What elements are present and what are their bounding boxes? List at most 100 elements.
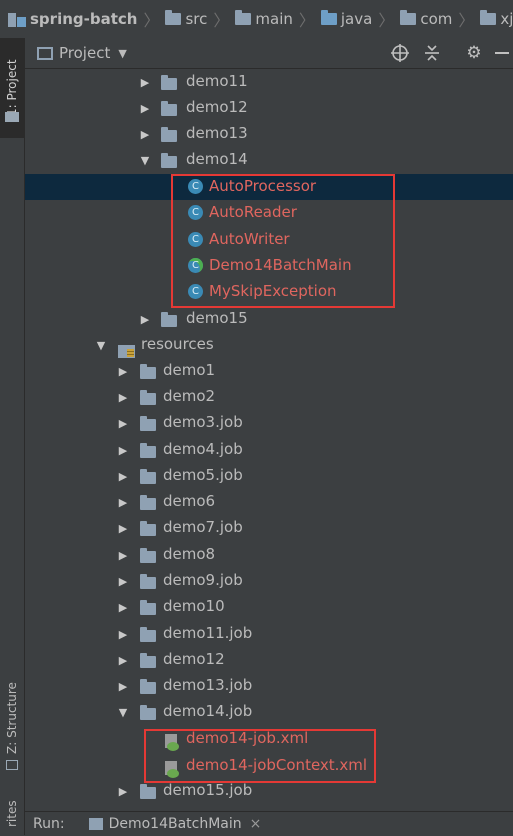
tree-item-resource-folder[interactable]: ▶ demo8 (25, 542, 513, 568)
panel-title[interactable]: Project (59, 44, 110, 62)
tree-item-autoreader[interactable]: C AutoReader (25, 200, 513, 226)
tree-item-resource-folder[interactable]: ▶ demo12 (25, 647, 513, 673)
collapse-arrow-icon[interactable]: ▼ (95, 339, 107, 352)
project-panel-header: Project ▼ ⚙ (25, 38, 513, 69)
spring-xml-file-icon (163, 734, 181, 752)
breadcrumb-separator: 〉 (213, 11, 230, 30)
expand-arrow-icon[interactable]: ▶ (117, 680, 129, 693)
run-tool-bar: Run: Demo14BatchMain × (25, 811, 513, 836)
tree-item-resource-folder[interactable]: ▶ demo7.job (25, 515, 513, 541)
expand-arrow-icon[interactable]: ▶ (139, 76, 151, 89)
tree-item-resource-folder[interactable]: ▶ demo1 (25, 358, 513, 384)
tree-item-resource-folder[interactable]: ▶ demo4.job (25, 437, 513, 463)
folder-icon (140, 627, 156, 642)
package-folder-icon (161, 127, 177, 142)
tree-item-resource-folder[interactable]: ▶ demo5.job (25, 463, 513, 489)
folder-icon (140, 705, 156, 720)
resources-folder-icon (118, 345, 136, 359)
tree-item-resource-folder[interactable]: ▶ demo10 (25, 594, 513, 620)
gear-icon[interactable]: ⚙ (463, 42, 485, 64)
tree-item-demo14batchmain[interactable]: C Demo14BatchMain (25, 253, 513, 279)
tree-item-demo15[interactable]: ▶ demo15 (25, 306, 513, 332)
tree-item-autoprocessor[interactable]: C AutoProcessor (25, 174, 513, 200)
folder-icon (140, 784, 156, 799)
tree-item-demo11[interactable]: ▶ demo11 (25, 69, 513, 95)
tree-item-myskipexception[interactable]: C MySkipException (25, 279, 513, 305)
package-folder-icon (161, 312, 177, 327)
breadcrumb-separator: 〉 (298, 11, 315, 30)
tree-item-resource-folder[interactable]: ▶ demo13.job (25, 673, 513, 699)
breadcrumb-item-project[interactable]: spring-batch (8, 0, 137, 38)
class-icon: C (188, 179, 203, 194)
close-icon[interactable]: × (250, 816, 262, 832)
package-folder-icon (161, 101, 177, 116)
favorites-tool-tab[interactable]: rites (0, 793, 24, 835)
source-folder-icon (320, 10, 337, 25)
hide-icon[interactable] (491, 42, 513, 64)
expand-arrow-icon[interactable]: ▶ (117, 417, 129, 430)
expand-arrow-icon[interactable]: ▶ (117, 575, 129, 588)
expand-arrow-icon[interactable]: ▶ (117, 470, 129, 483)
expand-arrow-icon[interactable]: ▶ (117, 601, 129, 614)
run-tab[interactable]: Demo14BatchMain × (88, 816, 262, 832)
expand-arrow-icon[interactable]: ▶ (117, 785, 129, 798)
expand-arrow-icon[interactable]: ▶ (117, 365, 129, 378)
spring-xml-file-icon (163, 761, 181, 779)
structure-tool-tab[interactable]: Z: Structure (0, 678, 24, 758)
expand-arrow-icon[interactable]: ▶ (139, 128, 151, 141)
breadcrumb-item-main[interactable]: main (235, 0, 293, 38)
folder-icon (140, 521, 156, 536)
expand-arrow-icon[interactable]: ▶ (117, 391, 129, 404)
project-folder-icon (5, 112, 19, 122)
folder-icon (235, 10, 252, 25)
expand-arrow-icon[interactable]: ▶ (117, 628, 129, 641)
tree-item-demo15-job[interactable]: ▶ demo15.job (25, 778, 513, 804)
tree-item-resource-folder[interactable]: ▶ demo6 (25, 489, 513, 515)
folder-icon (140, 495, 156, 510)
tree-item-demo14[interactable]: ▼ demo14 (25, 147, 513, 173)
breadcrumb-item-java[interactable]: java (320, 0, 372, 38)
folder-icon (140, 653, 156, 668)
expand-arrow-icon[interactable]: ▶ (139, 102, 151, 115)
folder-icon (165, 10, 182, 25)
breadcrumb-separator: 〉 (458, 11, 475, 30)
main-class-icon: C (188, 258, 203, 273)
folder-icon (480, 10, 497, 25)
collapse-arrow-icon[interactable]: ▼ (117, 706, 129, 719)
tree-item-resource-folder[interactable]: ▶ demo9.job (25, 568, 513, 594)
folder-icon (140, 416, 156, 431)
breadcrumb-item-xj[interactable]: xj (480, 0, 513, 38)
project-icon (8, 11, 26, 27)
folder-icon (140, 469, 156, 484)
folder-icon (140, 600, 156, 615)
expand-arrow-icon[interactable]: ▶ (117, 654, 129, 667)
folder-icon (140, 390, 156, 405)
tree-item-resource-folder[interactable]: ▶ demo11.job (25, 621, 513, 647)
expand-arrow-icon[interactable]: ▶ (139, 313, 151, 326)
folder-icon (140, 443, 156, 458)
tree-item-demo12[interactable]: ▶ demo12 (25, 95, 513, 121)
tree-item-demo14-jobcontext-xml[interactable]: demo14-jobContext.xml (25, 753, 513, 779)
tree-item-demo14-job[interactable]: ▼ demo14.job (25, 699, 513, 725)
breadcrumb-item-com[interactable]: com (400, 0, 452, 38)
expand-arrow-icon[interactable]: ▶ (117, 522, 129, 535)
expand-arrow-icon[interactable]: ▶ (117, 549, 129, 562)
expand-arrow-icon[interactable]: ▶ (117, 496, 129, 509)
target-icon[interactable] (389, 42, 411, 64)
caret-down-icon[interactable]: ▼ (118, 47, 126, 60)
tree-item-autowriter[interactable]: C AutoWriter (25, 227, 513, 253)
run-label: Run: (33, 816, 65, 832)
breadcrumb-separator: 〉 (143, 11, 160, 30)
expand-arrow-icon[interactable]: ▶ (117, 444, 129, 457)
collapse-icon[interactable] (421, 42, 443, 64)
project-tool-tab[interactable]: 1: Project (0, 38, 24, 138)
tree-item-demo14-job-xml[interactable]: demo14-job.xml (25, 726, 513, 752)
project-tree: ▶ demo11 ▶ demo12 ▶ demo13 ▼ demo14 C Au… (25, 69, 513, 811)
tree-item-resource-folder[interactable]: ▶ demo2 (25, 384, 513, 410)
package-folder-icon (161, 153, 177, 168)
tree-item-resource-folder[interactable]: ▶ demo3.job (25, 410, 513, 436)
tree-item-resources[interactable]: ▼ resources (25, 332, 513, 358)
collapse-arrow-icon[interactable]: ▼ (139, 154, 151, 167)
tree-item-demo13[interactable]: ▶ demo13 (25, 121, 513, 147)
breadcrumb-item-src[interactable]: src (165, 0, 207, 38)
